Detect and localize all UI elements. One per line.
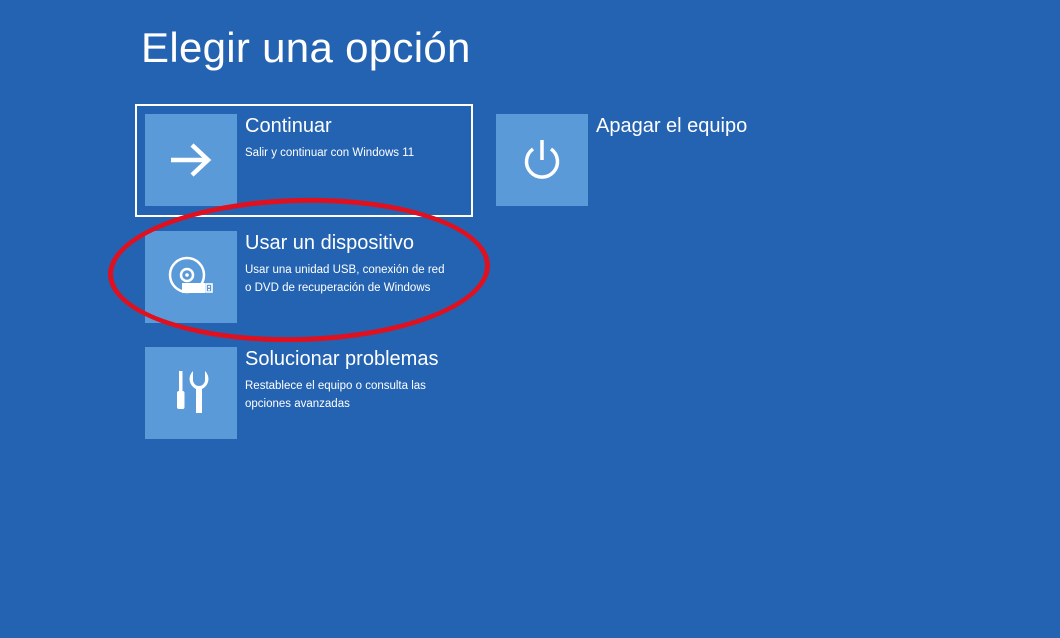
arrow-right-icon <box>171 143 212 177</box>
continue-title: Continuar <box>245 115 332 137</box>
troubleshoot-description-line-2: opciones avanzadas <box>245 398 350 410</box>
tools-icon <box>177 371 209 413</box>
continue-description-line: Salir y continuar con Windows 11 <box>245 147 415 159</box>
shutdown-title: Apagar el equipo <box>596 115 748 137</box>
device-description-line-1: Usar una unidad USB, conexión de red <box>245 264 445 276</box>
troubleshoot-title: Solucionar problemas <box>245 348 439 370</box>
power-icon <box>524 140 560 179</box>
device-tile[interactable] <box>145 231 237 323</box>
shutdown-tile[interactable] <box>496 114 588 206</box>
troubleshoot-description-line-1: Restablece el equipo o consulta las <box>245 380 426 392</box>
disc-usb-icon <box>168 256 213 294</box>
device-description-line-2: o DVD de recuperación de Windows <box>245 282 431 294</box>
continue-description: Salir y continuar con Windows 11 <box>245 144 414 162</box>
page-title: Elegir una opción <box>141 24 471 71</box>
device-title: Usar un dispositivo <box>245 232 414 254</box>
troubleshoot-tile[interactable] <box>145 347 237 439</box>
troubleshoot-description: Restablece el equipo o consulta las opci… <box>245 377 426 413</box>
continue-tile[interactable] <box>145 114 237 206</box>
device-description: Usar una unidad USB, conexión de red o D… <box>245 261 444 297</box>
